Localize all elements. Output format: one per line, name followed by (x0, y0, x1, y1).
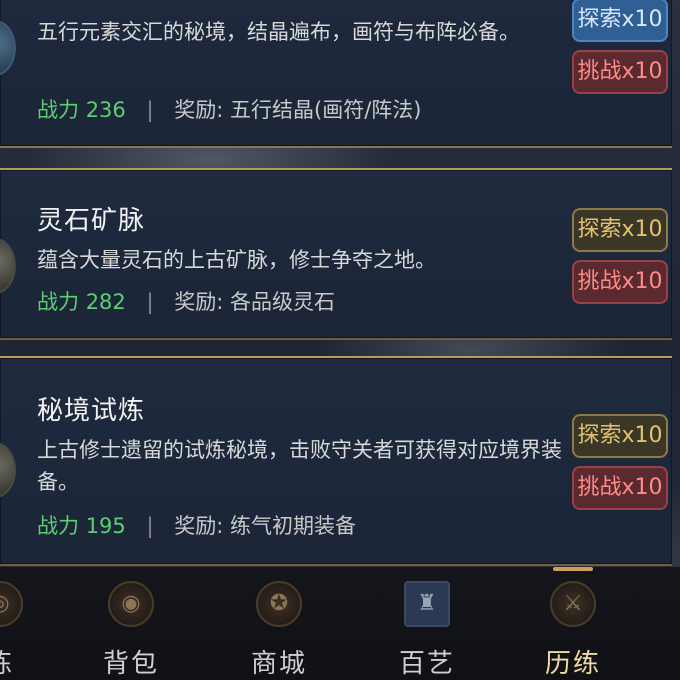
power-label: 战力 (37, 98, 79, 122)
explore-button[interactable]: 探索x10 (572, 0, 668, 42)
realm-description: 五行元素交汇的秘境，结晶遍布，画符与布阵必备。 (37, 20, 520, 44)
realm-card-spirit-stone-vein: 灵石矿脉 蕴含大量灵石的上古矿脉，修士争夺之地。 战力 282 | 奖励: 各品… (0, 168, 672, 340)
reward-value: 各品级灵石 (230, 290, 335, 314)
power-value: 282 (85, 290, 126, 314)
explore-button[interactable]: 探索x10 (572, 414, 668, 458)
reward-value: 五行结晶(画符/阵法) (230, 98, 422, 122)
nav-label: 百艺 (398, 649, 455, 679)
explore-button[interactable]: 探索x10 (572, 208, 668, 252)
realm-stats: 战力 236 | 奖励: 五行结晶(画符/阵法) (37, 94, 421, 124)
realm-description: 上古修士遗留的试炼秘境，击败守关者可获得对应境界装备。 (37, 438, 562, 494)
nav-label: 背包 (102, 649, 159, 679)
nav-item-shop[interactable]: ✪ 商城 (224, 567, 334, 680)
realm-stats: 战力 195 | 奖励: 练气初期装备 (37, 510, 356, 540)
realm-avatar (0, 238, 16, 294)
reward-label: 奖励: (174, 98, 224, 122)
nav-item-crafts[interactable]: ♜ 百艺 (372, 567, 482, 680)
active-indicator (553, 567, 593, 571)
realm-stats: 战力 282 | 奖励: 各品级灵石 (37, 286, 335, 316)
crafts-icon: ♜ (404, 581, 450, 627)
realm-avatar (0, 20, 16, 76)
realm-card-five-elements: 五行元素交汇的秘境，结晶遍布，画符与布阵必备。 战力 236 | 奖励: 五行结… (0, 0, 672, 148)
reward-value: 练气初期装备 (230, 514, 356, 538)
realm-title: 秘境试炼 (37, 396, 146, 426)
trial-icon: ⚔ (550, 581, 596, 627)
reward-label: 奖励: (174, 514, 224, 538)
power-value: 195 (85, 514, 126, 538)
challenge-button[interactable]: 挑战x10 (572, 260, 668, 304)
power-value: 236 (85, 98, 126, 122)
nav-item-bag[interactable]: ◉ 背包 (76, 567, 186, 680)
challenge-button[interactable]: 挑战x10 (572, 466, 668, 510)
nav-label: 商城 (250, 649, 307, 679)
power-label: 战力 (37, 290, 79, 314)
nav-label: 炼 (0, 643, 55, 680)
challenge-button[interactable]: 挑战x10 (572, 50, 668, 94)
realm-avatar (0, 442, 16, 498)
power-label: 战力 (37, 514, 79, 538)
realm-title: 灵石矿脉 (37, 206, 146, 236)
bag-icon: ◉ (108, 581, 154, 627)
stats-separator: | (146, 98, 154, 122)
realm-card-secret-trial: 秘境试炼 上古修士遗留的试炼秘境，击败守关者可获得对应境界装备。 战力 195 … (0, 356, 672, 566)
cultivation-icon: ◎ (0, 581, 23, 627)
stats-separator: | (146, 290, 154, 314)
shop-icon: ✪ (256, 581, 302, 627)
stats-separator: | (146, 514, 154, 538)
bottom-nav: ◎ 炼 ◉ 背包 ✪ 商城 ♜ 百艺 ⚔ 历练 (0, 566, 680, 680)
nav-label: 历练 (544, 649, 601, 679)
realm-description: 蕴含大量灵石的上古矿脉，修士争夺之地。 (37, 248, 436, 272)
nav-item-trial[interactable]: ⚔ 历练 (518, 567, 628, 680)
reward-label: 奖励: (174, 290, 224, 314)
nav-item-cultivation[interactable]: ◎ 炼 (0, 567, 55, 680)
